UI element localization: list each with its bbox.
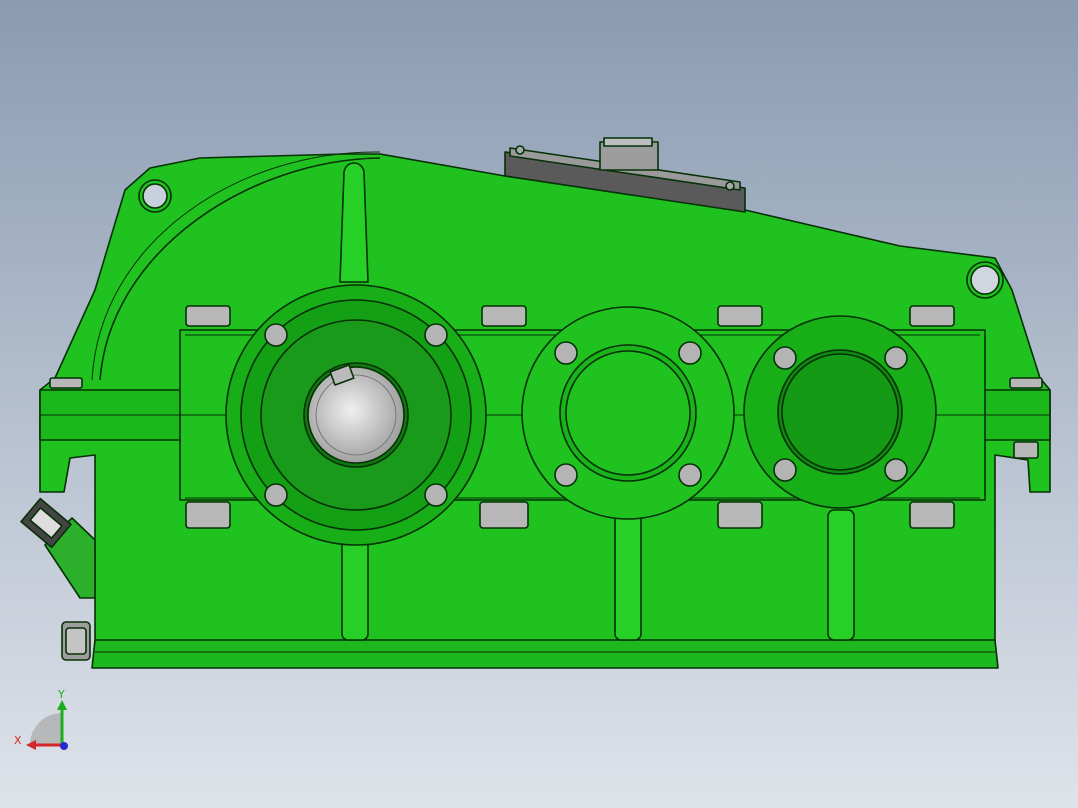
gearbox-base bbox=[91, 639, 999, 669]
bearing-cover-output[interactable] bbox=[743, 315, 937, 509]
rib-lower-2 bbox=[614, 514, 642, 641]
lifting-eye-right-hole bbox=[970, 265, 1000, 295]
top-rib bbox=[339, 162, 369, 283]
drain-plug[interactable] bbox=[61, 621, 91, 661]
output-shaft[interactable] bbox=[307, 366, 405, 464]
triad-z-axis bbox=[60, 742, 68, 750]
rib-lower-3 bbox=[827, 509, 855, 641]
cad-graphics-viewport[interactable]: X Y bbox=[0, 0, 1078, 808]
lifting-eye-left-hole bbox=[142, 183, 168, 209]
triad-x-label: X bbox=[14, 734, 22, 747]
rib-lower-1 bbox=[341, 539, 369, 641]
triad-y-label: Y bbox=[57, 688, 65, 701]
bearing-cover-input[interactable] bbox=[225, 284, 487, 546]
bearing-cover-intermediate[interactable] bbox=[521, 306, 735, 520]
